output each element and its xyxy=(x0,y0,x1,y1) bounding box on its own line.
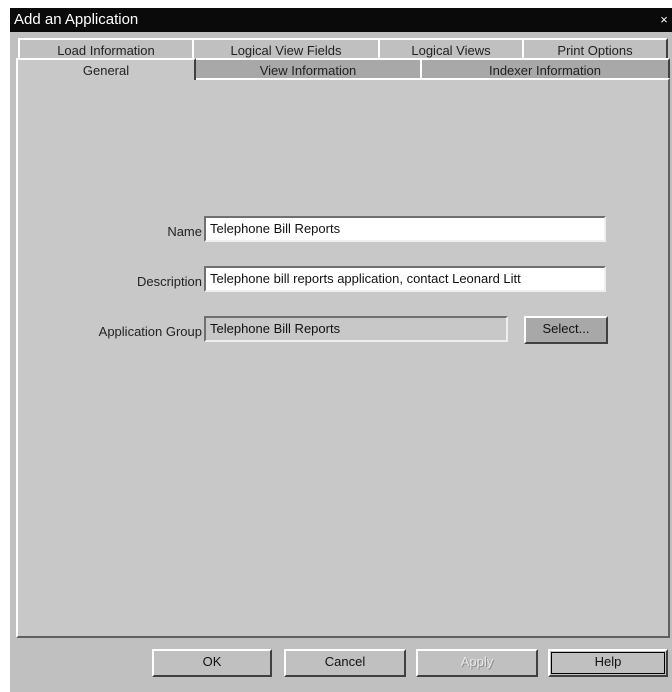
description-label: Description xyxy=(136,274,202,289)
general-tab-panel: Name Telephone Bill Reports Description … xyxy=(16,78,670,638)
tab-print-options[interactable]: Print Options xyxy=(522,38,668,60)
tab-general[interactable]: General xyxy=(16,58,196,80)
apply-button: Apply xyxy=(416,649,538,677)
close-icon[interactable]: × xyxy=(658,13,670,27)
cancel-button[interactable]: Cancel xyxy=(284,649,406,677)
application-group-label: Application Group xyxy=(98,324,202,339)
select-group-button[interactable]: Select... xyxy=(524,316,608,344)
dialog-title: Add an Application xyxy=(14,11,139,28)
tab-indexer-information[interactable]: Indexer Information xyxy=(420,58,670,80)
tab-label: Logical Views xyxy=(411,43,491,58)
tab-label: Print Options xyxy=(557,43,633,58)
tab-label: View Information xyxy=(259,63,357,78)
tab-logical-views[interactable]: Logical Views xyxy=(378,38,524,60)
tab-label: Load Information xyxy=(57,43,155,58)
tab-logical-view-fields[interactable]: Logical View Fields xyxy=(192,38,380,60)
application-group-field: Telephone Bill Reports xyxy=(204,316,508,342)
tab-label: Indexer Information xyxy=(488,63,601,78)
name-field[interactable]: Telephone Bill Reports xyxy=(204,216,606,242)
name-label: Name xyxy=(167,224,202,239)
tab-view-information[interactable]: View Information xyxy=(194,58,422,80)
description-field[interactable]: Telephone bill reports application, cont… xyxy=(204,266,606,292)
title-bar: Add an Application × xyxy=(10,8,672,32)
tab-label: General xyxy=(82,63,130,78)
ok-button[interactable]: OK xyxy=(152,649,272,677)
tab-label: Logical View Fields xyxy=(230,43,342,58)
help-button[interactable]: Help xyxy=(548,649,668,677)
tab-load-information[interactable]: Load Information xyxy=(18,38,194,60)
